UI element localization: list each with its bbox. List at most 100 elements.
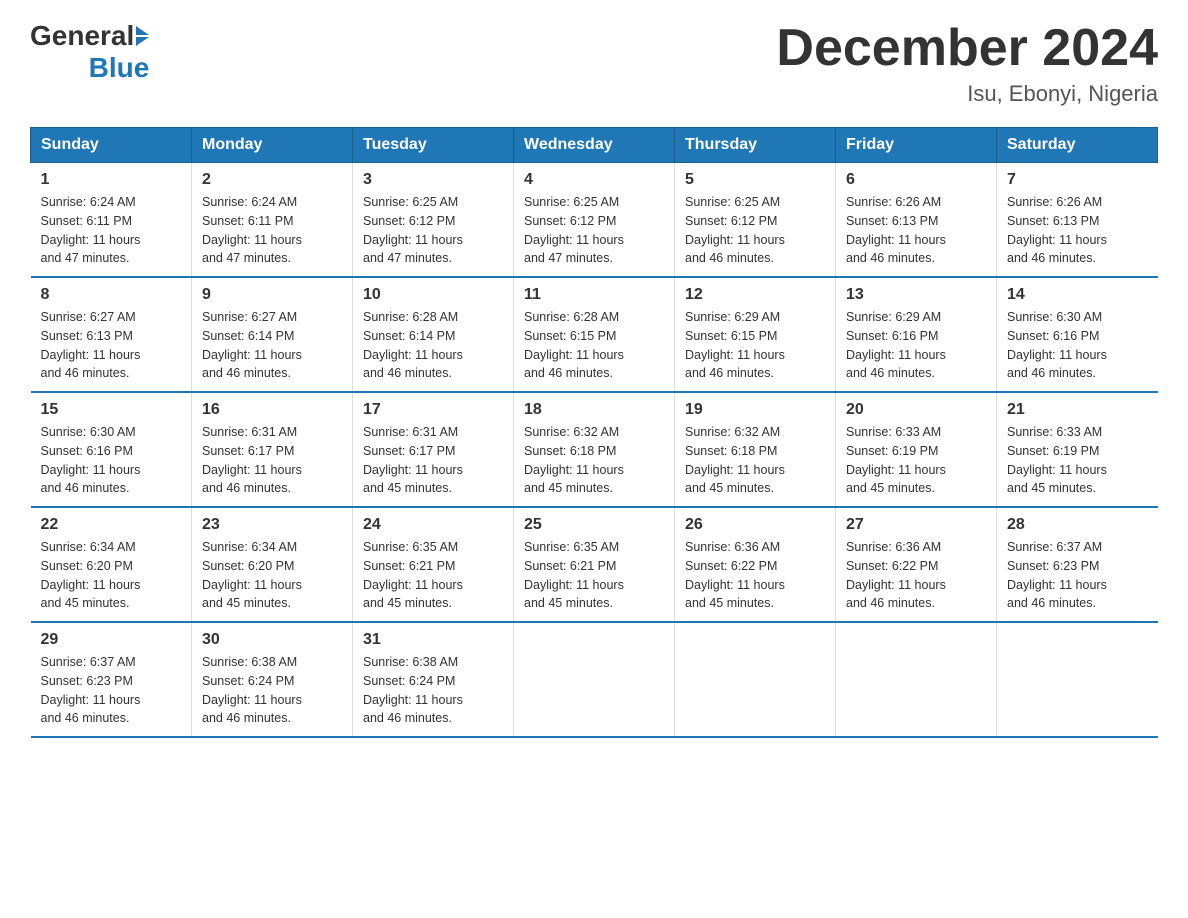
day-info: Sunrise: 6:29 AMSunset: 6:15 PMDaylight:… bbox=[685, 308, 825, 383]
day-info: Sunrise: 6:26 AMSunset: 6:13 PMDaylight:… bbox=[1007, 193, 1148, 268]
day-info: Sunrise: 6:32 AMSunset: 6:18 PMDaylight:… bbox=[685, 423, 825, 498]
day-number: 14 bbox=[1007, 286, 1148, 304]
day-number: 30 bbox=[202, 631, 342, 649]
weekday-header-wednesday: Wednesday bbox=[514, 128, 675, 163]
calendar-cell: 22 Sunrise: 6:34 AMSunset: 6:20 PMDaylig… bbox=[31, 507, 192, 622]
logo-blue-text: Blue bbox=[89, 52, 150, 84]
calendar-cell: 4 Sunrise: 6:25 AMSunset: 6:12 PMDayligh… bbox=[514, 163, 675, 278]
day-info: Sunrise: 6:38 AMSunset: 6:24 PMDaylight:… bbox=[202, 653, 342, 728]
day-number: 20 bbox=[846, 401, 986, 419]
day-info: Sunrise: 6:32 AMSunset: 6:18 PMDaylight:… bbox=[524, 423, 664, 498]
day-info: Sunrise: 6:28 AMSunset: 6:14 PMDaylight:… bbox=[363, 308, 503, 383]
calendar-cell: 29 Sunrise: 6:37 AMSunset: 6:23 PMDaylig… bbox=[31, 622, 192, 737]
day-number: 17 bbox=[363, 401, 503, 419]
day-number: 24 bbox=[363, 516, 503, 534]
calendar-cell: 18 Sunrise: 6:32 AMSunset: 6:18 PMDaylig… bbox=[514, 392, 675, 507]
day-number: 6 bbox=[846, 171, 986, 189]
day-info: Sunrise: 6:25 AMSunset: 6:12 PMDaylight:… bbox=[685, 193, 825, 268]
day-number: 5 bbox=[685, 171, 825, 189]
day-number: 29 bbox=[41, 631, 182, 649]
day-number: 19 bbox=[685, 401, 825, 419]
logo: General Blue bbox=[30, 20, 149, 84]
day-info: Sunrise: 6:25 AMSunset: 6:12 PMDaylight:… bbox=[363, 193, 503, 268]
weekday-header-thursday: Thursday bbox=[675, 128, 836, 163]
day-number: 3 bbox=[363, 171, 503, 189]
day-number: 9 bbox=[202, 286, 342, 304]
day-number: 12 bbox=[685, 286, 825, 304]
day-info: Sunrise: 6:24 AMSunset: 6:11 PMDaylight:… bbox=[202, 193, 342, 268]
calendar-cell: 28 Sunrise: 6:37 AMSunset: 6:23 PMDaylig… bbox=[997, 507, 1158, 622]
calendar-cell bbox=[836, 622, 997, 737]
calendar-cell: 13 Sunrise: 6:29 AMSunset: 6:16 PMDaylig… bbox=[836, 277, 997, 392]
day-number: 13 bbox=[846, 286, 986, 304]
calendar-cell: 3 Sunrise: 6:25 AMSunset: 6:12 PMDayligh… bbox=[353, 163, 514, 278]
day-number: 26 bbox=[685, 516, 825, 534]
day-info: Sunrise: 6:38 AMSunset: 6:24 PMDaylight:… bbox=[363, 653, 503, 728]
day-info: Sunrise: 6:25 AMSunset: 6:12 PMDaylight:… bbox=[524, 193, 664, 268]
day-number: 4 bbox=[524, 171, 664, 189]
calendar-cell: 27 Sunrise: 6:36 AMSunset: 6:22 PMDaylig… bbox=[836, 507, 997, 622]
day-number: 21 bbox=[1007, 401, 1148, 419]
day-number: 1 bbox=[41, 171, 182, 189]
weekday-header-saturday: Saturday bbox=[997, 128, 1158, 163]
day-info: Sunrise: 6:24 AMSunset: 6:11 PMDaylight:… bbox=[41, 193, 182, 268]
calendar-cell: 31 Sunrise: 6:38 AMSunset: 6:24 PMDaylig… bbox=[353, 622, 514, 737]
calendar-cell: 25 Sunrise: 6:35 AMSunset: 6:21 PMDaylig… bbox=[514, 507, 675, 622]
calendar-cell: 5 Sunrise: 6:25 AMSunset: 6:12 PMDayligh… bbox=[675, 163, 836, 278]
day-info: Sunrise: 6:33 AMSunset: 6:19 PMDaylight:… bbox=[846, 423, 986, 498]
calendar-cell: 30 Sunrise: 6:38 AMSunset: 6:24 PMDaylig… bbox=[192, 622, 353, 737]
day-number: 31 bbox=[363, 631, 503, 649]
calendar-cell bbox=[675, 622, 836, 737]
calendar-cell: 2 Sunrise: 6:24 AMSunset: 6:11 PMDayligh… bbox=[192, 163, 353, 278]
calendar-header-row: SundayMondayTuesdayWednesdayThursdayFrid… bbox=[31, 128, 1158, 163]
calendar-cell: 12 Sunrise: 6:29 AMSunset: 6:15 PMDaylig… bbox=[675, 277, 836, 392]
day-info: Sunrise: 6:31 AMSunset: 6:17 PMDaylight:… bbox=[202, 423, 342, 498]
calendar-cell: 26 Sunrise: 6:36 AMSunset: 6:22 PMDaylig… bbox=[675, 507, 836, 622]
day-number: 15 bbox=[41, 401, 182, 419]
weekday-header-tuesday: Tuesday bbox=[353, 128, 514, 163]
calendar-week-4: 22 Sunrise: 6:34 AMSunset: 6:20 PMDaylig… bbox=[31, 507, 1158, 622]
day-info: Sunrise: 6:35 AMSunset: 6:21 PMDaylight:… bbox=[363, 538, 503, 613]
day-info: Sunrise: 6:29 AMSunset: 6:16 PMDaylight:… bbox=[846, 308, 986, 383]
day-info: Sunrise: 6:36 AMSunset: 6:22 PMDaylight:… bbox=[846, 538, 986, 613]
day-number: 8 bbox=[41, 286, 182, 304]
day-number: 27 bbox=[846, 516, 986, 534]
day-number: 18 bbox=[524, 401, 664, 419]
calendar-cell: 11 Sunrise: 6:28 AMSunset: 6:15 PMDaylig… bbox=[514, 277, 675, 392]
calendar-cell: 24 Sunrise: 6:35 AMSunset: 6:21 PMDaylig… bbox=[353, 507, 514, 622]
location-text: Isu, Ebonyi, Nigeria bbox=[776, 81, 1158, 107]
calendar-cell: 14 Sunrise: 6:30 AMSunset: 6:16 PMDaylig… bbox=[997, 277, 1158, 392]
day-number: 2 bbox=[202, 171, 342, 189]
day-info: Sunrise: 6:36 AMSunset: 6:22 PMDaylight:… bbox=[685, 538, 825, 613]
calendar-cell: 6 Sunrise: 6:26 AMSunset: 6:13 PMDayligh… bbox=[836, 163, 997, 278]
calendar-cell: 21 Sunrise: 6:33 AMSunset: 6:19 PMDaylig… bbox=[997, 392, 1158, 507]
day-number: 28 bbox=[1007, 516, 1148, 534]
calendar-cell: 9 Sunrise: 6:27 AMSunset: 6:14 PMDayligh… bbox=[192, 277, 353, 392]
weekday-header-friday: Friday bbox=[836, 128, 997, 163]
calendar-cell bbox=[997, 622, 1158, 737]
day-info: Sunrise: 6:33 AMSunset: 6:19 PMDaylight:… bbox=[1007, 423, 1148, 498]
calendar-cell: 1 Sunrise: 6:24 AMSunset: 6:11 PMDayligh… bbox=[31, 163, 192, 278]
page-header: General Blue December 2024 Isu, Ebonyi, … bbox=[30, 20, 1158, 107]
day-number: 11 bbox=[524, 286, 664, 304]
calendar-cell: 16 Sunrise: 6:31 AMSunset: 6:17 PMDaylig… bbox=[192, 392, 353, 507]
calendar-week-2: 8 Sunrise: 6:27 AMSunset: 6:13 PMDayligh… bbox=[31, 277, 1158, 392]
calendar-cell: 17 Sunrise: 6:31 AMSunset: 6:17 PMDaylig… bbox=[353, 392, 514, 507]
day-info: Sunrise: 6:30 AMSunset: 6:16 PMDaylight:… bbox=[1007, 308, 1148, 383]
calendar-week-3: 15 Sunrise: 6:30 AMSunset: 6:16 PMDaylig… bbox=[31, 392, 1158, 507]
calendar-cell: 19 Sunrise: 6:32 AMSunset: 6:18 PMDaylig… bbox=[675, 392, 836, 507]
weekday-header-monday: Monday bbox=[192, 128, 353, 163]
calendar-table: SundayMondayTuesdayWednesdayThursdayFrid… bbox=[30, 127, 1158, 738]
day-info: Sunrise: 6:27 AMSunset: 6:13 PMDaylight:… bbox=[41, 308, 182, 383]
calendar-cell: 20 Sunrise: 6:33 AMSunset: 6:19 PMDaylig… bbox=[836, 392, 997, 507]
logo-general-text: General bbox=[30, 20, 134, 52]
calendar-title-area: December 2024 Isu, Ebonyi, Nigeria bbox=[776, 20, 1158, 107]
calendar-cell: 23 Sunrise: 6:34 AMSunset: 6:20 PMDaylig… bbox=[192, 507, 353, 622]
calendar-cell: 15 Sunrise: 6:30 AMSunset: 6:16 PMDaylig… bbox=[31, 392, 192, 507]
day-number: 22 bbox=[41, 516, 182, 534]
calendar-week-1: 1 Sunrise: 6:24 AMSunset: 6:11 PMDayligh… bbox=[31, 163, 1158, 278]
day-info: Sunrise: 6:34 AMSunset: 6:20 PMDaylight:… bbox=[41, 538, 182, 613]
day-info: Sunrise: 6:34 AMSunset: 6:20 PMDaylight:… bbox=[202, 538, 342, 613]
day-number: 23 bbox=[202, 516, 342, 534]
day-info: Sunrise: 6:28 AMSunset: 6:15 PMDaylight:… bbox=[524, 308, 664, 383]
